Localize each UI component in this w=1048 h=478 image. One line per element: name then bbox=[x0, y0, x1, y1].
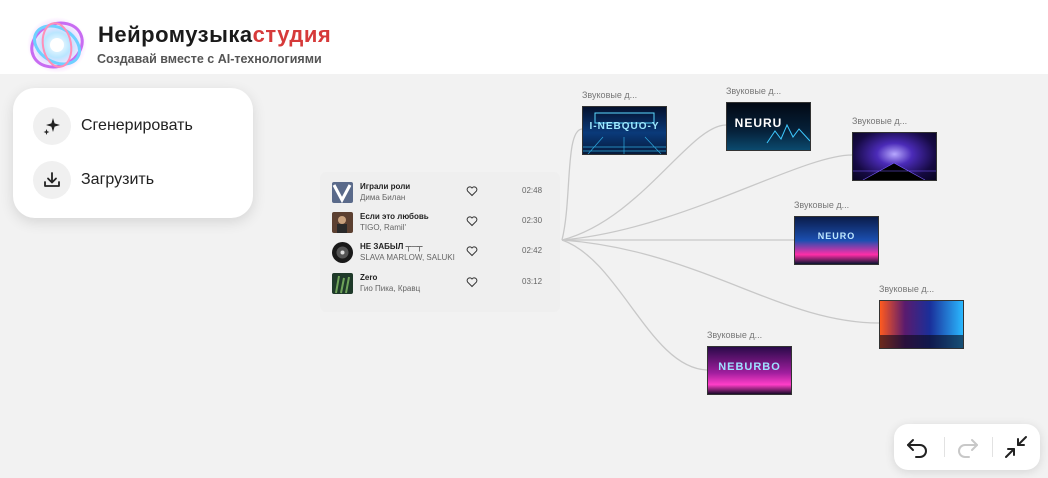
track-artist: TIGO, Ramil' bbox=[360, 223, 406, 232]
track-cover bbox=[332, 273, 353, 294]
undo-icon bbox=[907, 439, 927, 458]
track-list: Играли роли Дима Билан 02:48 Если это лю… bbox=[320, 172, 560, 312]
undo-button[interactable] bbox=[903, 433, 933, 461]
redo-button[interactable] bbox=[952, 433, 982, 461]
heart-icon[interactable] bbox=[466, 185, 478, 197]
link-1 bbox=[561, 128, 583, 241]
track-artist: SLAVA MARLOW, SALUKI bbox=[360, 253, 455, 262]
link-6 bbox=[561, 239, 708, 371]
node-thumb-text: I-NEBQUO-Y bbox=[589, 121, 660, 132]
heart-icon[interactable] bbox=[466, 245, 478, 257]
track-cover bbox=[332, 242, 353, 263]
node-thumb-text: NEURU bbox=[734, 116, 783, 130]
node-thumb-text: NEURO bbox=[817, 231, 856, 241]
node-caption: Звуковые д... bbox=[582, 90, 638, 100]
node-thumbnail: NEBURBO bbox=[707, 346, 792, 395]
track-title: Zero bbox=[360, 273, 378, 282]
node-thumbnail: NEURO bbox=[794, 216, 879, 265]
node-caption: Звуковые д... bbox=[852, 116, 908, 126]
track-row[interactable]: Если это любовь TIGO, Ramil' 02:30 bbox=[332, 212, 552, 236]
track-row[interactable]: НЕ ЗАБЫЛ ┬─┬ SLAVA MARLOW, SALUKI 02:42 bbox=[332, 242, 552, 266]
crowd-art bbox=[880, 335, 963, 348]
track-duration: 03:12 bbox=[522, 277, 543, 286]
toolbar-divider bbox=[944, 437, 945, 457]
node-caption: Звуковые д... bbox=[794, 200, 850, 210]
stage-art bbox=[853, 162, 936, 180]
redo-icon bbox=[958, 439, 978, 458]
node-thumbnail bbox=[852, 132, 937, 181]
node-thumb-text: NEBURBO bbox=[718, 361, 781, 373]
toolbar-divider bbox=[992, 437, 993, 457]
track-cover bbox=[332, 212, 353, 233]
heart-icon[interactable] bbox=[466, 276, 478, 288]
track-title: НЕ ЗАБЫЛ ┬─┬ bbox=[360, 242, 423, 251]
node-thumbnail bbox=[879, 300, 964, 349]
collapse-button[interactable] bbox=[1001, 433, 1031, 461]
track-duration: 02:30 bbox=[522, 216, 543, 225]
node-caption: Звуковые д... bbox=[879, 284, 935, 294]
track-row[interactable]: Играли роли Дима Билан 02:48 bbox=[332, 182, 552, 206]
collapse-icon bbox=[1005, 436, 1027, 458]
node-caption: Звуковые д... bbox=[707, 330, 763, 340]
history-toolbar bbox=[894, 424, 1040, 470]
node-thumbnail: NEURU bbox=[726, 102, 811, 151]
track-title: Если это любовь bbox=[360, 212, 429, 221]
track-duration: 02:48 bbox=[522, 186, 543, 195]
heart-icon[interactable] bbox=[466, 215, 478, 227]
node-thumbnail: I-NEBQUO-Y bbox=[582, 106, 667, 155]
track-title: Играли роли bbox=[360, 182, 411, 191]
track-artist: Дима Билан bbox=[360, 193, 406, 202]
track-artist: Гио Пика, Кравц bbox=[360, 284, 421, 293]
node-caption: Звуковые д... bbox=[726, 86, 782, 96]
track-row[interactable]: Zero Гио Пика, Кравц 03:12 bbox=[332, 273, 552, 297]
track-duration: 02:42 bbox=[522, 246, 543, 255]
track-cover bbox=[332, 182, 353, 203]
